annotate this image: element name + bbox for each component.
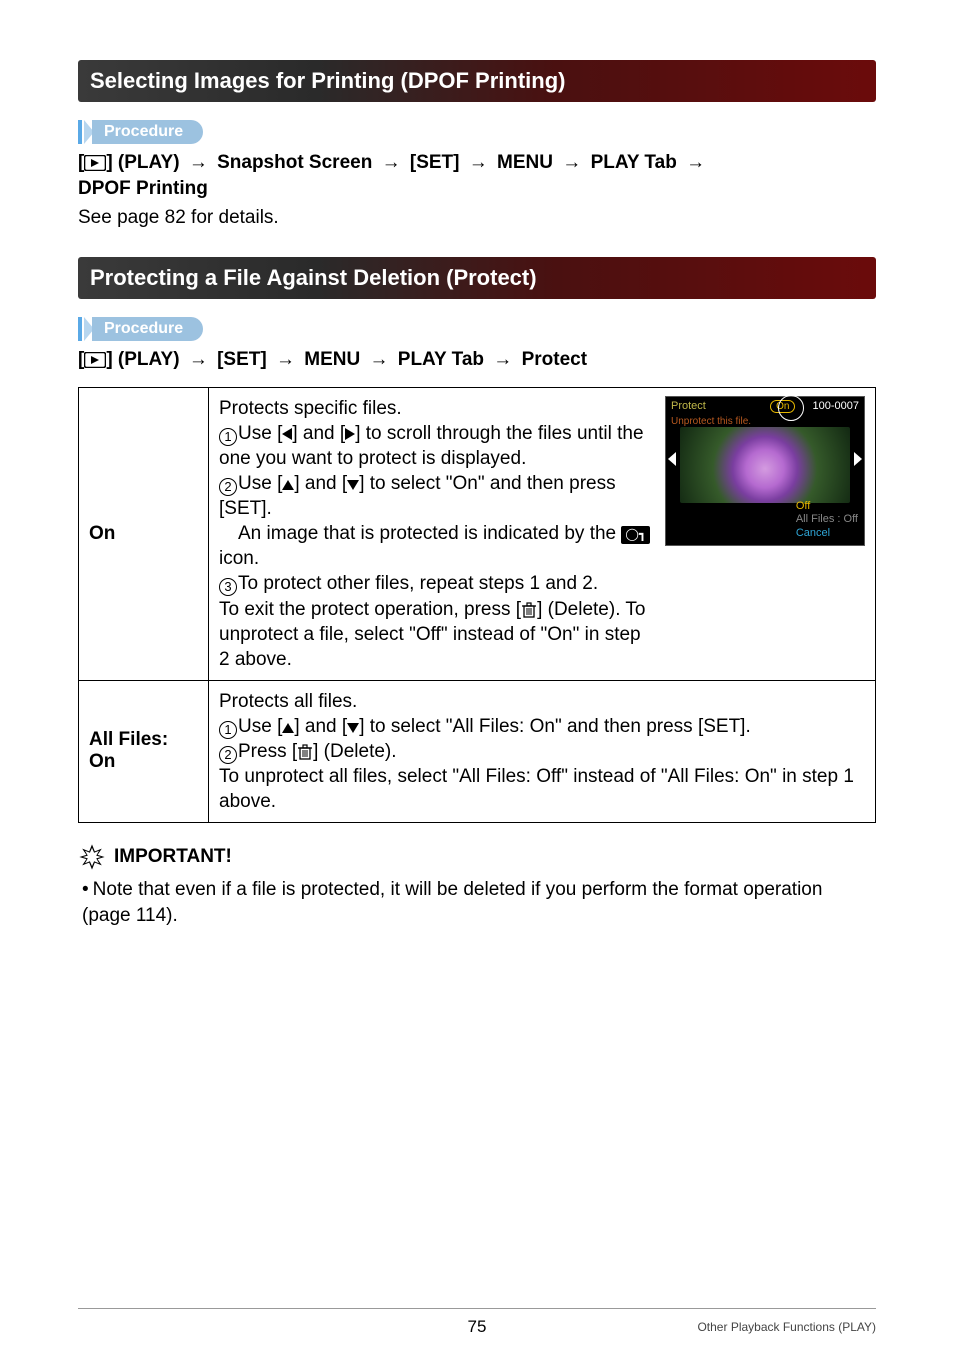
option-desc-allfiles: Protects all files. 1Use [ ] and [ ] to se…	[209, 680, 876, 822]
option-desc-on: Protects specific files. 1Use [] and [] …	[209, 387, 876, 680]
trash-icon	[521, 601, 537, 619]
indicated-a: An image that is protected is indicated …	[238, 523, 621, 544]
path-seg-set: [SET]	[410, 152, 460, 173]
left-arrow-icon	[282, 428, 292, 440]
step1-c: ] to select "All Files: On" and then pre…	[359, 716, 751, 737]
play-label: ] (PLAY)	[106, 349, 179, 370]
arrow-icon: →	[562, 152, 581, 173]
path-seg-playtab: PLAY Tab	[398, 349, 484, 370]
important-heading: IMPORTANT!	[78, 843, 876, 871]
menu-path-protect: [] (PLAY) → [SET] → MENU → PLAY Tab → Pr…	[78, 347, 876, 373]
screenshot-menu-off: Off	[796, 500, 858, 514]
arrow-icon: →	[189, 349, 208, 370]
option-label-allfiles: All Files: On	[79, 680, 209, 822]
down-arrow-icon	[347, 480, 359, 490]
procedure-label: Procedure	[92, 120, 203, 144]
path-seg-menu: MENU	[304, 349, 360, 370]
bullet-icon: •	[82, 879, 89, 900]
step1-a: Use [	[238, 423, 282, 444]
step1-a: Use [	[238, 716, 282, 737]
screenshot-nav-right-icon	[854, 452, 862, 466]
step-1-icon: 1	[219, 428, 237, 446]
menu-path-dpof: [] (PLAY) → Snapshot Screen → [SET] → ME…	[78, 150, 876, 201]
important-note: •Note that even if a file is protected, …	[78, 877, 876, 928]
path-seg-playtab: PLAY Tab	[591, 152, 677, 173]
path-seg-protect: Protect	[522, 349, 587, 370]
screenshot-unprotect-label: Unprotect this file.	[666, 416, 864, 427]
important-note-text: Note that even if a file is protected, i…	[82, 879, 822, 926]
page-number: 75	[468, 1317, 487, 1337]
intro-line: Protects all files.	[219, 691, 357, 712]
step2-b: ] (Delete).	[313, 741, 396, 762]
table-row: All Files: On Protects all files. 1Use […	[79, 680, 876, 822]
path-seg-dpof: DPOF Printing	[78, 178, 208, 199]
arrow-icon: →	[382, 152, 401, 173]
right-arrow-icon	[345, 428, 355, 440]
exit-a: To exit the protect operation, press [	[219, 599, 521, 620]
step2-a: Use [	[238, 473, 282, 494]
page-footer: 75 Other Playback Functions (PLAY)	[78, 1308, 876, 1337]
step2-a: Press [	[238, 741, 297, 762]
see-page-text: See page 82 for details.	[78, 207, 876, 229]
screenshot-menu-allfiles: All Files : Off	[796, 513, 858, 527]
screenshot-menu-cancel: Cancel	[796, 527, 858, 541]
protected-key-icon: ◯┓	[621, 526, 650, 544]
step-3-icon: 3	[219, 578, 237, 596]
play-mode-icon	[84, 155, 106, 171]
arrow-icon: →	[189, 152, 208, 173]
option-label-on: On	[79, 387, 209, 680]
procedure-accent-bar	[78, 317, 82, 341]
protect-options-table: On Protects specific files. 1Use [] and …	[78, 387, 876, 823]
indicated-b: icon.	[219, 548, 259, 569]
procedure-label: Procedure	[92, 317, 203, 341]
step-2-icon: 2	[219, 746, 237, 764]
screenshot-on-badge: On	[770, 400, 795, 413]
step3: To protect other files, repeat steps 1 a…	[238, 573, 598, 594]
important-label: IMPORTANT!	[114, 846, 232, 868]
arrow-icon: →	[493, 349, 512, 370]
step-2-icon: 2	[219, 478, 237, 496]
arrow-icon: →	[469, 152, 488, 173]
screenshot-nav-left-icon	[668, 452, 676, 466]
play-mode-icon	[84, 352, 106, 368]
up-arrow-icon	[282, 723, 294, 733]
important-burst-icon	[78, 843, 106, 871]
section-heading-dpof: Selecting Images for Printing (DPOF Prin…	[78, 60, 876, 102]
screenshot-menu: Off All Files : Off Cancel	[796, 500, 858, 541]
table-row: On Protects specific files. 1Use [] and …	[79, 387, 876, 680]
path-seg-menu: MENU	[497, 152, 553, 173]
screenshot-counter: 100-0007	[813, 400, 860, 412]
up-arrow-icon	[282, 480, 294, 490]
path-seg-set: [SET]	[217, 349, 267, 370]
play-label: ] (PLAY)	[106, 152, 179, 173]
step-1-icon: 1	[219, 721, 237, 739]
procedure-accent-bar	[78, 120, 82, 144]
path-seg-snapshot: Snapshot Screen	[217, 152, 372, 173]
step2-b: ] and [	[294, 473, 347, 494]
camera-screenshot: Protect On 100-0007 Unprotect this file.…	[665, 396, 865, 546]
procedure-label-row: Procedure	[78, 120, 876, 144]
trash-icon	[297, 743, 313, 761]
unprotect-all-text: To unprotect all files, select "All File…	[219, 766, 854, 812]
arrow-icon: →	[370, 349, 389, 370]
step1-b: ] and [	[294, 716, 347, 737]
footer-section-name: Other Playback Functions (PLAY)	[697, 1320, 876, 1334]
arrow-icon: →	[276, 349, 295, 370]
option-on-text: Protects specific files. 1Use [] and [] …	[219, 396, 655, 672]
procedure-label-row: Procedure	[78, 317, 876, 341]
intro-line: Protects specific files.	[219, 398, 402, 419]
down-arrow-icon	[347, 723, 359, 733]
arrow-icon: →	[686, 152, 705, 173]
section-heading-protect: Protecting a File Against Deletion (Prot…	[78, 257, 876, 299]
step1-b: ] and [	[292, 423, 345, 444]
screenshot-protect-label: Protect	[671, 400, 706, 413]
screenshot-flower-image	[680, 427, 850, 503]
